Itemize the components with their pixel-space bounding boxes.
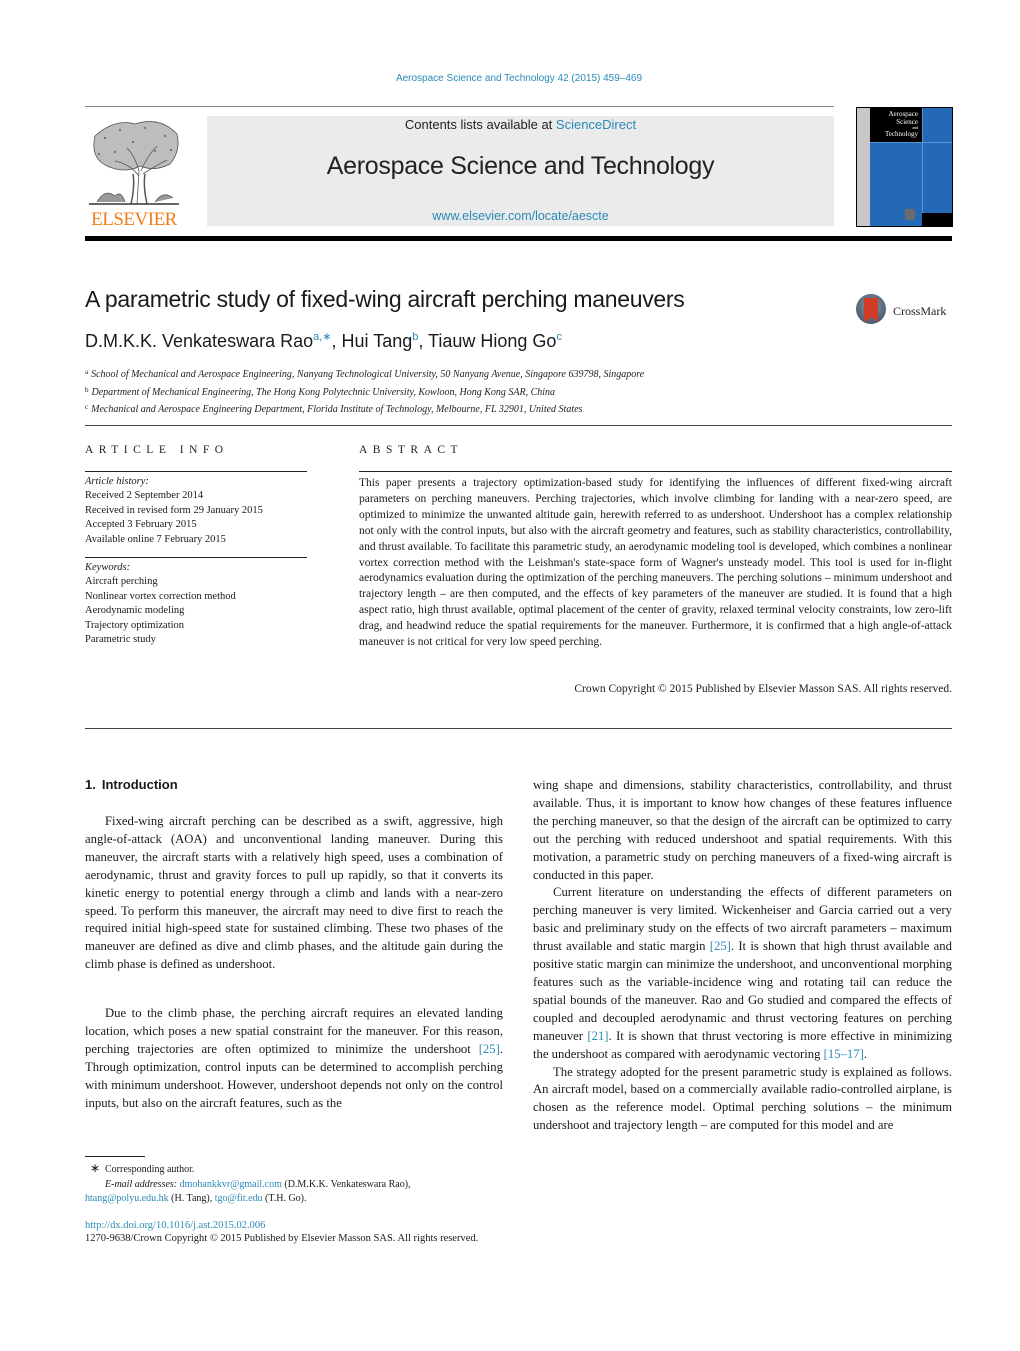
citation-link[interactable]: [15–17] [824,1047,864,1061]
keywords-rule [85,557,307,558]
abstract-text: This paper presents a trajectory optimiz… [359,477,952,649]
corresponding-author-note: ∗ Corresponding author. [85,1161,525,1178]
keyword: Parametric study [85,634,156,646]
section-number: 1. [85,777,96,792]
author-name[interactable]: D.M.K.K. Venkateswara Rao [85,331,313,351]
doi-link[interactable]: http://dx.doi.org/10.1016/j.ast.2015.02.… [85,1219,265,1234]
author-affiliation-marker[interactable]: a,∗ [313,331,331,343]
citation-link[interactable]: [21] [587,1029,608,1043]
journal-reference-link[interactable]: Aerospace Science and Technology 42 (201… [0,73,1020,84]
footnotes: ∗ Corresponding author. E-mail addresses:… [85,1161,525,1207]
affiliation: b Department of Mechanical Engineering, T… [85,385,556,398]
crossmark-button[interactable]: CrossMark [856,294,956,330]
email-addresses-cont: htang@polyu.edu.hk (H. Tang), tgo@fit.ed… [85,1193,307,1204]
journal-header-box: Contents lists available at ScienceDirec… [207,116,834,226]
journal-title: Aerospace Science and Technology [326,152,715,180]
footnote-star: ∗ [89,1161,101,1175]
section-title: Introduction [101,777,178,792]
journal-cover-thumbnail[interactable]: Aerospace Science and Technology [856,107,953,227]
header-top-rule [85,106,834,107]
contents-available-line: Contents lists available at ScienceDirec… [207,117,834,132]
affiliation-list: a School of Mechanical and Aerospace Engi… [85,365,644,418]
crossmark-label: CrossMark [893,304,947,318]
email-link[interactable]: htang@polyu.edu.hk [85,1193,169,1204]
email-link[interactable]: dmohankkvr@gmail.com [180,1179,282,1190]
affiliation: a School of Mechanical and Aerospace Engi… [85,368,645,380]
body-column-right: wing shape and dimensions, stability cha… [533,777,952,1135]
elsevier-logo[interactable]: ELSEVIER [85,116,183,230]
issn-copyright-line: 1270-9638/Crown Copyright © 2015 Publish… [85,1233,479,1244]
abstract-rule [359,471,952,472]
keywords: Keywords: Aircraft perching Nonlinear vo… [85,561,236,647]
keywords-label: Keywords: [85,562,131,573]
footnote-rule [85,1156,145,1157]
keyword: Aerodynamic modeling [85,605,185,617]
cover-footer-block [922,213,952,226]
email-link[interactable]: tgo@fit.edu [215,1193,263,1204]
elsevier-tree-icon [89,121,179,205]
cover-divider [922,108,923,226]
cover-title: Aerospace Science and Technology [885,110,918,138]
article-history-label: Article history: [85,476,149,487]
author-name[interactable]: Hui Tang [342,331,413,351]
citation-link[interactable]: [25] [710,939,731,953]
article-history: Article history: Received 2 September 20… [85,475,263,547]
keyword: Trajectory optimization [85,619,185,631]
author-affiliation-marker[interactable]: c [556,331,562,343]
citation-link[interactable]: [25] [479,1042,500,1056]
history-entry: Accepted 3 February 2015 [85,519,197,531]
body-paragraph: Fixed-wing aircraft perching can be desc… [85,814,503,972]
history-entry: Received 2 September 2014 [85,490,204,502]
keyword: Nonlinear vortex correction method [85,590,236,602]
affiliation: c Mechanical and Aerospace Engineering De… [85,403,583,415]
header-bottom-rule [85,236,952,241]
cover-grey-strip [857,108,870,226]
abstract-heading: ABSTRACT [359,444,464,456]
sciencedirect-link[interactable]: ScienceDirect [556,117,636,132]
article-info-heading: ARTICLE INFO [85,444,229,456]
author-name[interactable]: Tiauw Hiong Go [428,331,556,351]
author-list: D.M.K.K. Venkateswara Raoa,∗, Hui Tangb,… [85,331,562,351]
contents-prefix: Contents lists available at [404,117,556,132]
article-info-rule [85,471,307,472]
body-paragraph: The strategy adopted for the present par… [533,1064,952,1133]
email-addresses: E-mail addresses: dmohankkvr@gmail.com (… [105,1178,411,1190]
affiliation-rule [85,425,952,426]
abstract-copyright: Crown Copyright © 2015 Published by Else… [574,683,952,695]
history-entry: Available online 7 February 2015 [85,533,226,545]
section-heading-introduction: 1. Introduction [85,777,178,792]
cover-divider [870,142,952,143]
abstract-bottom-rule [85,728,952,729]
journal-homepage-link[interactable]: www.elsevier.com/locate/aescte [207,209,834,223]
body-paragraph: Due to the climb phase, the perching air… [85,1006,503,1110]
keyword: Aircraft perching [85,576,158,588]
cover-elsevier-icon [905,209,915,220]
body-paragraph: wing shape and dimensions, stability cha… [533,778,952,882]
article-title: A parametric study of fixed-wing aircraf… [85,286,685,312]
body-paragraph: Current literature on understanding the … [533,885,952,1061]
history-entry: Received in revised form 29 January 2015 [85,504,263,516]
elsevier-wordmark: ELSEVIER [91,209,177,230]
